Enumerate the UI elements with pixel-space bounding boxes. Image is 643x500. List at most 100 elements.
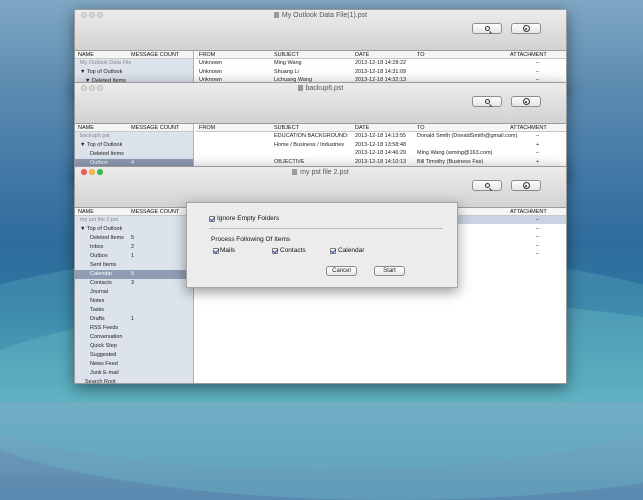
- ignore-empty-folders-label: Ignore Empty Folders: [217, 215, 280, 222]
- cell-date: 2013-12-18 14:31:09: [355, 68, 407, 75]
- sidebar-item[interactable]: backup6.pst: [75, 132, 193, 141]
- sidebar-item-label: Sent Items: [90, 262, 117, 268]
- cell-att: –: [536, 251, 540, 257]
- sidebar-item[interactable]: ▼ Top of Outlook: [75, 141, 193, 150]
- sidebar-item-label: Deleted Items: [90, 235, 124, 241]
- sidebar-item-count: 2: [131, 244, 135, 250]
- sidebar-item[interactable]: Tasks: [75, 306, 193, 315]
- sidebar-item[interactable]: Sent Items: [75, 261, 193, 270]
- message-list-header: FROM SUBJECT DATE TO ATTACHMENT: [196, 124, 566, 132]
- sidebar-item-label: backup6.pst: [80, 133, 110, 139]
- cell-att: –: [536, 242, 540, 249]
- titlebar[interactable]: My Outlook Data File(1).pst: [75, 10, 566, 51]
- col-attachment[interactable]: ATTACHMENT: [510, 125, 547, 131]
- sidebar-item[interactable]: Inbox 2: [75, 243, 193, 252]
- window-title: My Outlook Data File(1).pst: [75, 12, 566, 19]
- folder-sidebar: NAME MESSAGE COUNT my pst file 2.pst ▼ To…: [75, 208, 194, 383]
- sidebar-item[interactable]: Junk E-mail: [75, 369, 193, 378]
- col-name[interactable]: NAME: [78, 125, 94, 131]
- window-title: my pst file 2.pst: [75, 169, 566, 176]
- sidebar-item[interactable]: ▼ Top of Outlook: [75, 68, 193, 77]
- sidebar-item[interactable]: Drafts 1: [75, 315, 193, 324]
- cancel-button[interactable]: Cancel: [326, 266, 357, 276]
- cell-subject: EDUCATION BACKGROUND:: [274, 133, 349, 139]
- col-from[interactable]: FROM: [199, 125, 215, 131]
- ignore-empty-folders-checkbox[interactable]: [209, 216, 215, 222]
- col-message-count[interactable]: MESSAGE COUNT: [131, 209, 179, 215]
- col-from[interactable]: FROM: [199, 52, 215, 58]
- table-row[interactable]: Unknown Shuang Li 2013-12-18 14:31:09 –: [196, 68, 566, 76]
- col-date[interactable]: DATE: [355, 52, 369, 58]
- export-button[interactable]: [511, 180, 541, 191]
- cell-subject: Shuang Li: [274, 68, 299, 75]
- search-icon: [484, 183, 490, 188]
- col-attachment[interactable]: ATTACHMENT: [510, 209, 547, 215]
- start-button[interactable]: Start: [374, 266, 405, 276]
- col-subject[interactable]: SUBJECT: [274, 125, 299, 131]
- window-title-text: My Outlook Data File(1).pst: [281, 12, 368, 19]
- search-icon: [484, 26, 490, 31]
- contacts-label: Contacts: [280, 247, 306, 254]
- sidebar-item[interactable]: Notes: [75, 297, 193, 306]
- export-button[interactable]: [511, 23, 541, 34]
- sidebar-item-label: Inbox: [90, 244, 104, 250]
- col-to[interactable]: TO: [417, 125, 425, 131]
- target-icon: [522, 98, 530, 105]
- sidebar-item[interactable]: My Outlook Data File: [75, 59, 193, 68]
- cell-to: Bill Timothy (Business Fax): [417, 158, 484, 165]
- table-row[interactable]: OBJECTIVE 2013-12-18 14:10:13 Bill Timothy…: [196, 158, 566, 166]
- sidebar-item[interactable]: Journal: [75, 288, 193, 297]
- cell-from: Unknown: [199, 68, 222, 75]
- document-icon: [273, 12, 279, 18]
- calendar-label: Calendar: [338, 247, 365, 254]
- sidebar-item-count: 3: [131, 280, 135, 286]
- sidebar-item[interactable]: RSS Feeds: [75, 324, 193, 333]
- window-title-text: my pst file 2.pst: [300, 169, 349, 176]
- col-to[interactable]: TO: [417, 52, 425, 58]
- export-button[interactable]: [511, 96, 541, 107]
- table-row[interactable]: Home / Business / Industries 2013-12-18 1…: [196, 141, 566, 149]
- search-button[interactable]: [472, 23, 502, 34]
- col-date[interactable]: DATE: [355, 125, 369, 131]
- cell-subject: Ming Wang: [274, 60, 302, 66]
- target-icon: [522, 182, 530, 189]
- sidebar-item[interactable]: Outbox 1: [75, 252, 193, 261]
- contacts-checkbox[interactable]: [272, 248, 278, 254]
- cell-date: 2013-12-18 13:58:48: [355, 141, 407, 148]
- mails-checkbox[interactable]: [213, 248, 219, 254]
- table-row[interactable]: Unknown Ming Wang 2013-12-18 14:28:22 –: [196, 59, 566, 67]
- table-row[interactable]: 2013-12-18 14:46:29 Ming Wang (wming@163.…: [196, 149, 566, 157]
- sidebar-item[interactable]: Suggested: [75, 351, 193, 360]
- sidebar-item[interactable]: my pst file 2.pst: [75, 216, 193, 225]
- sidebar-item[interactable]: ▼ Top of Outlook: [75, 225, 193, 234]
- sidebar-item[interactable]: Calendar 5: [75, 270, 193, 279]
- col-attachment[interactable]: ATTACHMENT: [510, 52, 547, 58]
- cell-date: 2013-12-18 14:28:22: [355, 60, 407, 66]
- window-title-text: backup6.pst: [305, 85, 344, 92]
- cell-att: +: [536, 141, 540, 148]
- sidebar-item-label: Junk E-mail: [90, 370, 119, 376]
- sidebar-item[interactable]: Contacts 3: [75, 279, 193, 288]
- search-button[interactable]: [472, 96, 502, 107]
- sidebar-item[interactable]: Quick Step: [75, 342, 193, 351]
- col-subject[interactable]: SUBJECT: [274, 52, 299, 58]
- folder-tree: my pst file 2.pst ▼ Top of Outlook Deleted…: [75, 216, 193, 383]
- sidebar-item[interactable]: Deleted Items: [75, 150, 193, 159]
- col-message-count[interactable]: MESSAGE COUNT: [131, 52, 179, 58]
- message-list-header: FROM SUBJECT DATE TO ATTACHMENT: [196, 51, 566, 59]
- col-name[interactable]: NAME: [78, 209, 94, 215]
- sidebar-item[interactable]: News Feed: [75, 360, 193, 369]
- sidebar-item-label: Suggested: [90, 352, 117, 358]
- sidebar-header: NAME MESSAGE COUNT: [75, 124, 193, 132]
- titlebar[interactable]: backup6.pst: [75, 83, 566, 124]
- sidebar-item[interactable]: Conversation: [75, 333, 193, 342]
- sidebar-item-label: Deleted Items: [90, 151, 124, 157]
- sidebar-item[interactable]: Deleted Items 5: [75, 234, 193, 243]
- sidebar-item[interactable]: Search Root: [75, 378, 193, 383]
- table-row[interactable]: EDUCATION BACKGROUND: 2013-12-18 14:13:55…: [196, 132, 566, 140]
- calendar-checkbox[interactable]: [330, 248, 336, 254]
- col-name[interactable]: NAME: [78, 52, 94, 58]
- col-message-count[interactable]: MESSAGE COUNT: [131, 125, 179, 131]
- search-button[interactable]: [472, 180, 502, 191]
- cell-att: –: [536, 68, 540, 75]
